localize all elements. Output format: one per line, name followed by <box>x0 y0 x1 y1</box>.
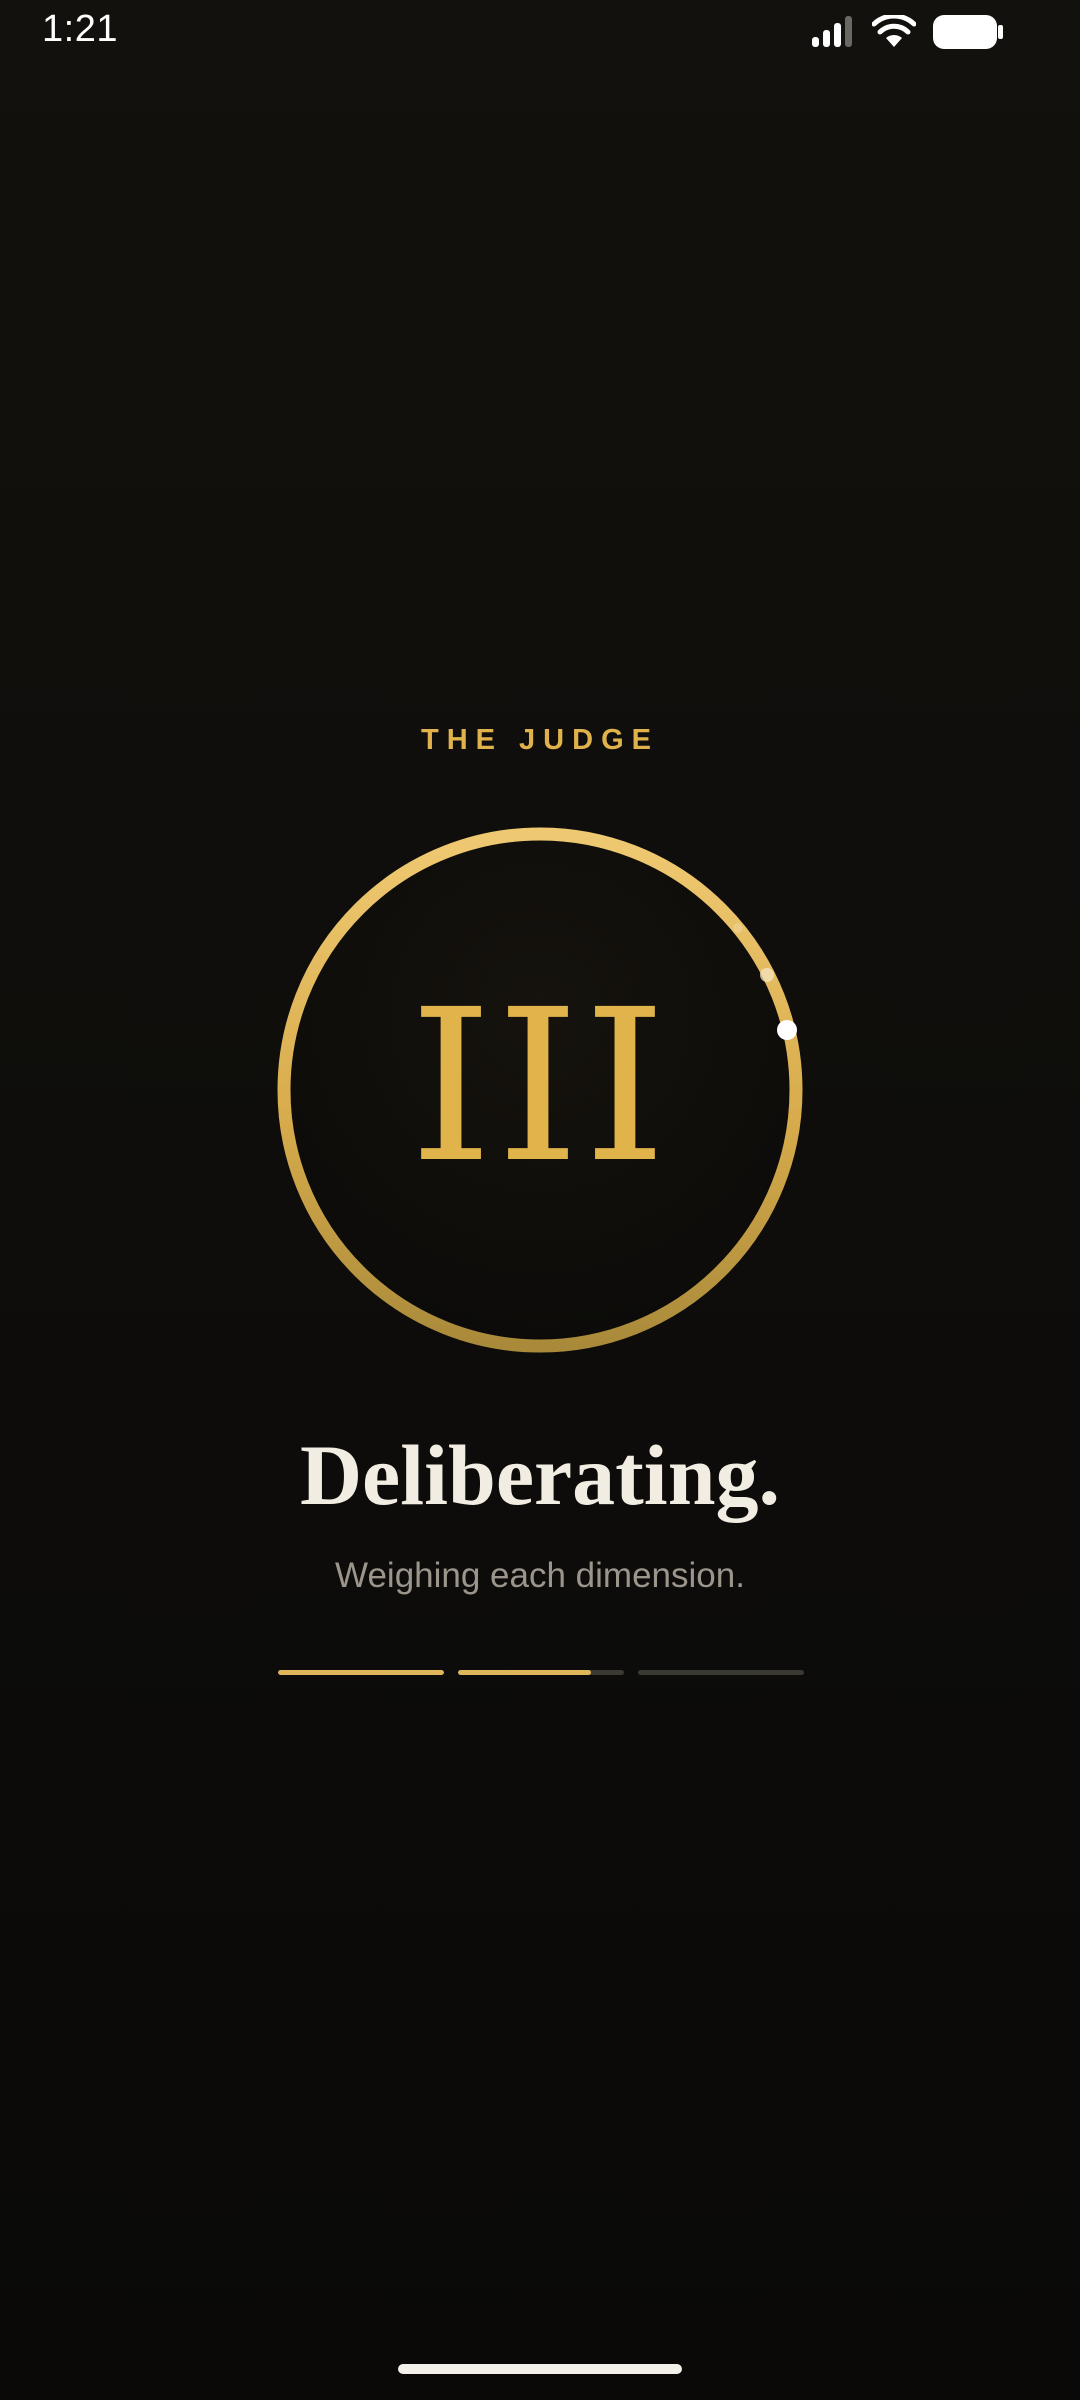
stage-numeral: III <box>409 964 671 1209</box>
progress-segment <box>458 1670 624 1675</box>
progress-segment <box>638 1670 804 1675</box>
status-bar: 1:21 <box>0 0 1080 64</box>
wifi-icon <box>872 15 916 47</box>
home-indicator[interactable] <box>398 2364 682 2374</box>
loading-subtitle: Weighing each dimension. <box>335 1556 745 1595</box>
battery-icon <box>933 15 1003 49</box>
segmented-progress <box>278 1670 804 1675</box>
progress-segment <box>278 1670 444 1675</box>
signal-icon <box>812 16 852 47</box>
app-overline: THE JUDGE <box>421 724 659 756</box>
status-icons <box>810 12 1004 52</box>
progress-ring: III <box>276 826 804 1354</box>
loading-title: Deliberating. <box>299 1427 781 1523</box>
status-time: 1:21 <box>42 8 118 50</box>
